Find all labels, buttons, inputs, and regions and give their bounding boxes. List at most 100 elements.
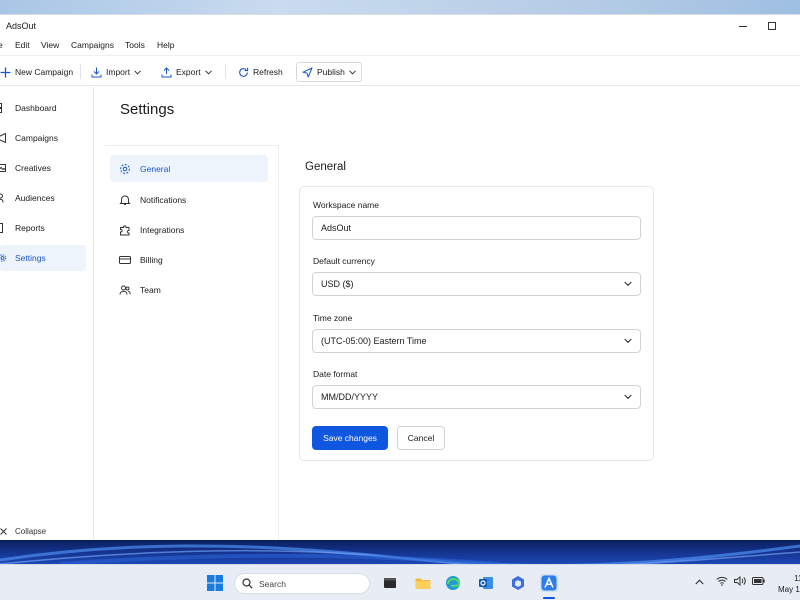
- image-icon: [0, 164, 6, 172]
- settings-navigation: General Notifications Integrations Billi…: [105, 145, 279, 541]
- nav-item-settings[interactable]: Settings: [0, 245, 86, 271]
- card-icon: [119, 255, 131, 264]
- folder-icon: [415, 578, 431, 589]
- chevron-down-icon: [204, 69, 212, 75]
- settings-tab-label: Team: [140, 284, 161, 295]
- settings-tab-label: Integrations: [140, 224, 185, 235]
- gear-icon: [0, 254, 6, 262]
- collapse-button[interactable]: Collapse: [0, 527, 46, 536]
- nav-item-label: Audiences: [15, 193, 55, 203]
- refresh-label: Refresh: [253, 67, 283, 77]
- import-button[interactable]: Import: [86, 62, 146, 82]
- settings-tab-integrations[interactable]: Integrations: [110, 216, 268, 243]
- outlook-icon: [479, 577, 493, 589]
- menu-help[interactable]: Help: [157, 40, 174, 50]
- chevron-down-icon: [624, 394, 632, 400]
- save-changes-button[interactable]: Save changes: [312, 426, 388, 450]
- maximize-button[interactable]: [757, 15, 787, 37]
- settings-tab-team[interactable]: Team: [110, 276, 268, 303]
- settings-tab-label: Notifications: [140, 194, 187, 205]
- active-app-indicator: [543, 597, 555, 599]
- default-currency-select[interactable]: USD ($): [312, 272, 641, 296]
- settings-tab-billing[interactable]: Billing: [110, 246, 268, 273]
- settings-tab-notifications[interactable]: Notifications: [110, 186, 268, 213]
- search-icon: [242, 578, 253, 589]
- section-heading: General: [305, 161, 346, 173]
- cancel-button[interactable]: Cancel: [397, 426, 445, 450]
- menu-edit[interactable]: Edit: [15, 40, 30, 50]
- export-icon: [161, 66, 172, 77]
- start-button[interactable]: [206, 574, 224, 592]
- minimize-icon: [739, 25, 747, 27]
- nav-item-reports[interactable]: Reports: [0, 215, 86, 241]
- chevron-down-icon: [624, 281, 632, 287]
- taskbar-app-file-explorer[interactable]: [414, 574, 432, 592]
- toolbar-divider: [225, 64, 226, 79]
- publish-button[interactable]: Publish: [296, 62, 362, 82]
- menu-campaigns[interactable]: Campaigns: [71, 40, 114, 50]
- workspace-name-value: AdsOut: [321, 223, 352, 233]
- workspace-name-label: Workspace name: [313, 200, 379, 210]
- chevron-up-icon: [695, 579, 704, 585]
- edge-browser-icon: [446, 576, 461, 590]
- settings-tab-general[interactable]: General: [110, 155, 268, 182]
- taskbar-app-adsout[interactable]: [540, 574, 558, 592]
- page-title: Settings: [120, 101, 175, 118]
- wifi-status[interactable]: [716, 576, 728, 588]
- app-a-icon: [541, 575, 557, 591]
- nav-item-label: Creatives: [15, 163, 51, 173]
- nav-item-dashboard[interactable]: Dashboard: [0, 95, 86, 121]
- taskbar-app-copilot[interactable]: [509, 574, 527, 592]
- gear-icon: [120, 163, 130, 174]
- search-placeholder: Search: [259, 578, 286, 589]
- maximize-icon: [768, 22, 776, 30]
- taskbar-clock[interactable]: 11 May 1: [778, 573, 800, 595]
- time-zone-label: Time zone: [313, 313, 353, 323]
- default-currency-label: Default currency: [313, 256, 375, 266]
- minimize-button[interactable]: [728, 15, 758, 37]
- nav-item-creatives[interactable]: Creatives: [0, 155, 86, 181]
- megaphone-icon: [0, 133, 6, 143]
- wallpaper-swirl: [0, 544, 800, 564]
- clock-time: 11: [794, 574, 800, 583]
- menu-file[interactable]: e: [0, 40, 3, 50]
- export-button[interactable]: Export: [156, 62, 217, 82]
- taskbar-search[interactable]: Search: [234, 573, 370, 594]
- refresh-button[interactable]: Refresh: [233, 62, 288, 82]
- new-campaign-button[interactable]: New Campaign: [0, 62, 78, 82]
- publish-label: Publish: [317, 67, 345, 77]
- terminal-icon: [384, 578, 396, 588]
- taskbar: Search 11 May 1: [0, 564, 800, 600]
- workspace-name-input[interactable]: AdsOut: [312, 216, 641, 240]
- nav-item-label: Settings: [15, 253, 46, 263]
- show-hidden-icons-button[interactable]: [695, 577, 704, 587]
- taskbar-app-edge[interactable]: [444, 574, 462, 592]
- date-format-value: MM/DD/YYYY: [321, 392, 379, 402]
- nav-item-campaigns[interactable]: Campaigns: [0, 125, 86, 151]
- title-bar: AdsOut: [0, 15, 800, 37]
- menu-tools[interactable]: Tools: [125, 40, 145, 50]
- plus-icon: [0, 67, 11, 77]
- clock-date: May 1: [778, 585, 800, 594]
- nav-item-audiences[interactable]: Audiences: [0, 185, 86, 211]
- nav-item-label: Reports: [15, 223, 45, 233]
- chart-icon: [0, 223, 3, 233]
- main-content: Settings General Notifications Integrati…: [95, 87, 800, 541]
- collapse-label: Collapse: [15, 527, 47, 536]
- taskbar-app-outlook[interactable]: [477, 574, 495, 592]
- toolbar-divider: [80, 64, 81, 79]
- volume-status[interactable]: [734, 575, 746, 588]
- battery-status[interactable]: [752, 577, 765, 587]
- puzzle-icon: [120, 224, 130, 235]
- taskbar-app-terminal[interactable]: [381, 574, 399, 592]
- close-icon: [0, 528, 7, 535]
- new-campaign-label: New Campaign: [15, 67, 74, 77]
- time-zone-select[interactable]: (UTC-05:00) Eastern Time: [312, 329, 641, 353]
- menu-view[interactable]: View: [41, 40, 59, 50]
- import-label: Import: [106, 67, 131, 77]
- desktop-wallpaper-top: [0, 0, 800, 14]
- people-icon: [119, 285, 131, 295]
- nav-item-label: Dashboard: [15, 103, 57, 113]
- chevron-down-icon: [134, 69, 141, 75]
- date-format-select[interactable]: MM/DD/YYYY: [312, 385, 641, 409]
